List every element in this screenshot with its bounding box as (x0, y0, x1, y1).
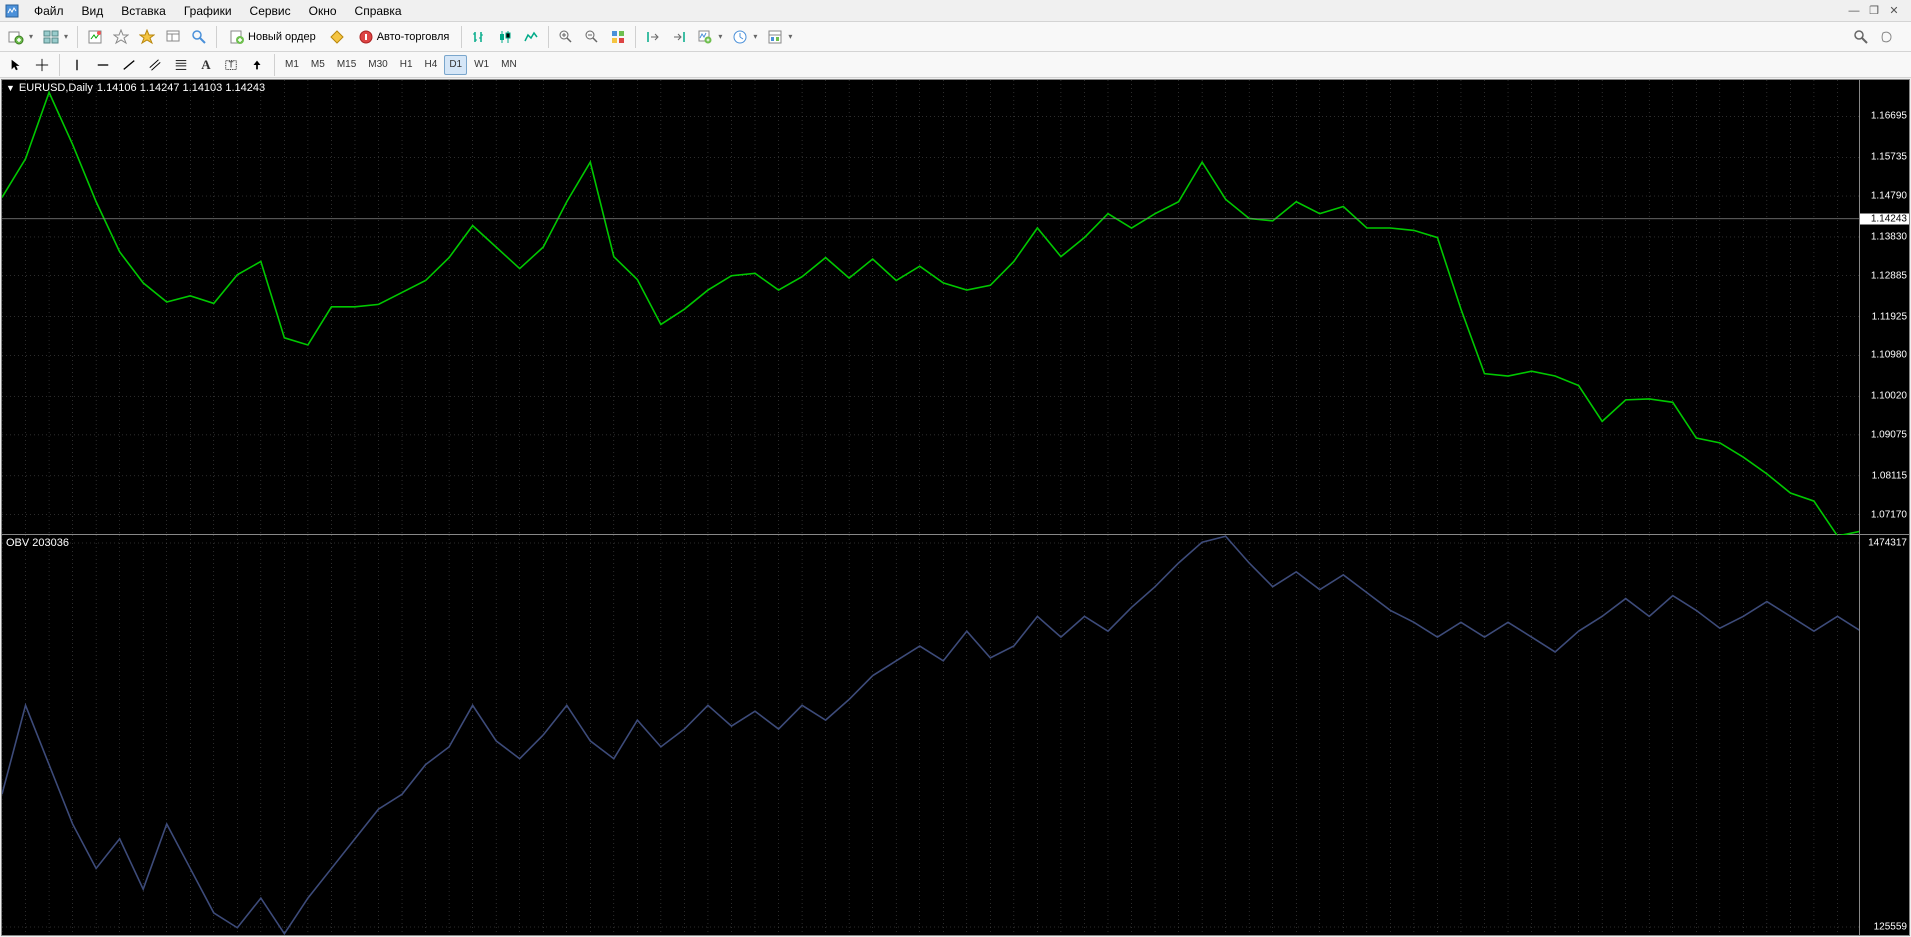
toolbar-main: Новый ордер Авто-торговля (0, 22, 1911, 52)
menu-insert[interactable]: Вставка (113, 2, 174, 20)
shift-end-button[interactable] (641, 25, 665, 49)
navigator-button[interactable] (109, 25, 133, 49)
menu-view[interactable]: Вид (74, 2, 112, 20)
menubar: Файл Вид Вставка Графики Сервис Окно Спр… (0, 0, 1911, 22)
y-tick: 1.13830 (1871, 231, 1907, 242)
indicator-chart[interactable]: OBV 203036 1474317 125559 (2, 535, 1909, 935)
chart-symbol-label: ▼ EURUSD,Daily 1.14106 1.14247 1.14103 1… (6, 82, 265, 94)
window-controls: — ❐ ✕ (1847, 4, 1907, 18)
tile-windows-button[interactable] (606, 25, 630, 49)
text-button[interactable]: A (195, 55, 217, 75)
new-order-button[interactable]: Новый ордер (222, 25, 323, 49)
timeframe-d1[interactable]: D1 (444, 55, 467, 75)
close-icon[interactable]: ✕ (1887, 4, 1901, 18)
y-tick: 1.08115 (1872, 470, 1907, 481)
obv-plot (2, 535, 1861, 935)
timeframe-m5[interactable]: M5 (306, 55, 330, 75)
indicator-label: OBV 203036 (6, 537, 69, 549)
chart-menu-icon[interactable]: ▼ (6, 83, 15, 93)
price-plot (2, 80, 1861, 535)
candlestick-button[interactable] (493, 25, 517, 49)
mql-button[interactable] (1875, 25, 1899, 49)
toolbar-drawing: A T M1M5M15M30H1H4D1W1MN (0, 52, 1911, 78)
y-tick: 1.09075 (1871, 429, 1907, 440)
new-chart-button[interactable] (4, 25, 37, 49)
maximize-icon[interactable]: ❐ (1867, 4, 1881, 18)
horizontal-line-button[interactable] (91, 55, 115, 75)
svg-text:T: T (229, 60, 234, 69)
timeframe-w1[interactable]: W1 (469, 55, 494, 75)
y-tick: 1.11925 (1872, 311, 1907, 322)
timeframe-m15[interactable]: M15 (332, 55, 361, 75)
y-tick: 1.10020 (1871, 391, 1907, 402)
y-tick: 1.12885 (1871, 270, 1907, 281)
auto-trading-label: Авто-торговля (377, 31, 450, 43)
symbol-text: EURUSD,Daily (19, 82, 93, 94)
y-tick: 1.16695 (1871, 111, 1907, 122)
cursor-button[interactable] (4, 55, 28, 75)
ohlc-text: 1.14106 1.14247 1.14103 1.14243 (97, 82, 265, 94)
indicators-button[interactable] (693, 25, 726, 49)
menu-file[interactable]: Файл (26, 2, 72, 20)
timeframe-h1[interactable]: H1 (395, 55, 418, 75)
y-tick: 1.14243 (1860, 213, 1909, 224)
metaeditor-button[interactable] (325, 25, 349, 49)
zoom-in-button[interactable] (554, 25, 578, 49)
y-tick: 125559 (1874, 922, 1907, 933)
data-window-button[interactable] (135, 25, 159, 49)
auto-trading-button[interactable]: Авто-торговля (351, 25, 457, 49)
line-chart-button[interactable] (519, 25, 543, 49)
zoom-out-button[interactable] (580, 25, 604, 49)
y-tick: 1.10980 (1871, 350, 1907, 361)
crosshair-button[interactable] (30, 55, 54, 75)
y-tick: 1.14790 (1871, 191, 1907, 202)
price-y-axis: 1.16695 1.15735 1.14790 1.14243 1.13830 1.128… (1859, 80, 1909, 534)
y-tick: 1.07170 (1871, 509, 1907, 520)
fibonacci-button[interactable] (169, 55, 193, 75)
obv-y-axis: 1474317 125559 (1859, 535, 1909, 935)
periods-button[interactable] (728, 25, 761, 49)
menu-window[interactable]: Окно (301, 2, 345, 20)
profiles-button[interactable] (39, 25, 72, 49)
y-tick: 1.15735 (1871, 152, 1907, 163)
bar-chart-button[interactable] (467, 25, 491, 49)
minimize-icon[interactable]: — (1847, 4, 1861, 18)
templates-button[interactable] (763, 25, 796, 49)
chart-window: ▼ EURUSD,Daily 1.14106 1.14247 1.14103 1… (1, 79, 1910, 936)
timeframe-h4[interactable]: H4 (420, 55, 443, 75)
indicator-text: OBV 203036 (6, 537, 69, 549)
search-button[interactable] (1849, 25, 1873, 49)
text-label-button[interactable]: T (219, 55, 243, 75)
equidistant-channel-button[interactable] (143, 55, 167, 75)
market-watch-button[interactable] (83, 25, 107, 49)
strategy-tester-button[interactable] (187, 25, 211, 49)
arrows-button[interactable] (245, 55, 269, 75)
timeframe-m30[interactable]: M30 (363, 55, 392, 75)
new-order-label: Новый ордер (248, 31, 316, 43)
vertical-line-button[interactable] (65, 55, 89, 75)
price-chart[interactable]: ▼ EURUSD,Daily 1.14106 1.14247 1.14103 1… (2, 80, 1909, 535)
timeframe-m1[interactable]: M1 (280, 55, 304, 75)
terminal-button[interactable] (161, 25, 185, 49)
auto-scroll-button[interactable] (667, 25, 691, 49)
app-icon (4, 3, 20, 19)
y-tick: 1474317 (1868, 538, 1907, 549)
trendline-button[interactable] (117, 55, 141, 75)
menu-charts[interactable]: Графики (176, 2, 240, 20)
timeframe-mn[interactable]: MN (496, 55, 522, 75)
menu-service[interactable]: Сервис (242, 2, 299, 20)
menu-help[interactable]: Справка (347, 2, 410, 20)
